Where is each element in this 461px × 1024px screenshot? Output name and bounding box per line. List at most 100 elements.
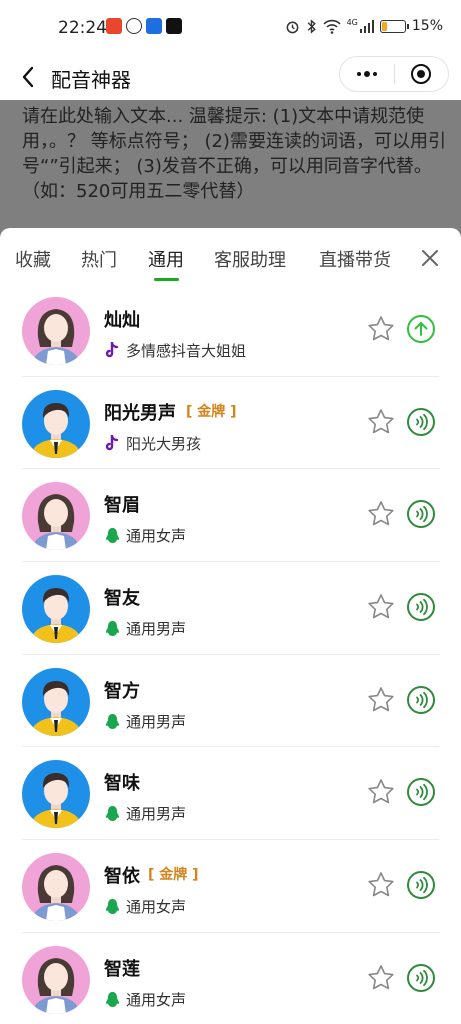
favorite-button[interactable] [366,685,396,715]
app-notification-icon [126,18,142,34]
favorite-button[interactable] [366,407,396,437]
favorite-button[interactable] [366,777,396,807]
star-icon [366,686,396,719]
app-notification-icon [106,18,122,34]
voice-subtitle-row: 阳光大男孩 [104,433,201,454]
back-button[interactable] [14,62,42,92]
voice-subtitle: 通用女声 [126,527,187,546]
voice-name: 智眉 [104,495,140,517]
voice-picker-sheet: 收藏 热门 通用 客服助理 直播带货 灿灿 多情感抖音大姐姐 阳光男声 [金牌… [0,228,461,1024]
voice-row[interactable]: 智味 通用男声 [0,747,461,841]
tab-popular[interactable]: 热门 [81,246,117,272]
star-icon [366,408,396,441]
app-notification-icon [146,18,162,34]
voice-name: 阳光男声 [104,402,176,424]
play-sample-button[interactable] [406,685,436,715]
play-icon [406,871,436,904]
penguin-icon [104,991,121,1008]
penguin-icon [104,620,121,637]
status-bar: 22:24 4G 15% [0,0,461,56]
voice-subtitle-row: 多情感抖音大姐姐 [104,340,246,361]
voice-subtitle-row: 通用男声 [104,803,186,824]
female-avatar [22,945,90,1014]
voice-row[interactable]: 智方 通用男声 [0,655,461,748]
female-avatar [22,482,90,551]
target-circle-icon [411,64,432,84]
play-sample-button[interactable] [406,870,436,900]
voice-subtitle: 通用男声 [126,712,187,731]
wifi-icon [322,19,341,34]
close-sheet-button[interactable] [416,244,444,272]
play-sample-button[interactable] [406,592,436,622]
male-avatar [22,760,90,829]
star-icon [366,779,396,811]
tab-favorites[interactable]: 收藏 [15,246,51,272]
close-miniprogram-button[interactable] [395,57,448,91]
penguin-icon [104,805,121,822]
alarm-icon [286,21,298,33]
penguin-icon [104,898,121,915]
battery-percent: 15% [411,18,443,34]
voice-name: 智依 [104,866,140,888]
tab-customer-service[interactable]: 客服助理 [214,246,286,272]
favorite-button[interactable] [366,963,396,993]
voice-row[interactable]: 阳光男声 [ 金牌 ] 阳光大男孩 [0,377,461,470]
voice-row[interactable]: 智莲 通用女声 [0,933,461,1024]
voice-row[interactable]: 智友 通用男声 [0,562,461,655]
miniprogram-capsule [339,56,449,92]
star-icon [366,316,396,348]
penguin-icon [104,527,121,544]
voice-subtitle-row: 通用男声 [104,711,186,732]
page-title: 配音神器 [51,68,131,92]
signal-icon [359,20,374,33]
penguin-icon [104,713,121,730]
favorite-button[interactable] [366,592,396,622]
category-tabs: 收藏 热门 通用 客服助理 直播带货 [0,228,461,284]
play-icon [406,500,436,533]
upload-icon [406,315,436,348]
male-avatar [22,389,90,458]
text-input-placeholder: 请在此处输入文本... 温馨提示: (1)文本中请规范使用，。？ 等标点符号； … [22,106,446,202]
tab-live-commerce[interactable]: 直播带货 [319,246,391,272]
play-icon [406,778,436,811]
gold-badge: [ 金牌 ] [148,867,199,884]
voice-name: 智莲 [104,958,140,980]
star-icon [366,501,396,533]
bluetooth-icon [307,18,316,34]
system-icons: 4G 15% [285,18,443,34]
notification-icons [106,18,182,34]
favorite-button[interactable] [366,314,396,344]
tiktok-icon [104,342,121,359]
voice-subtitle: 通用男声 [126,805,187,824]
voice-subtitle: 多情感抖音大姐姐 [126,342,247,360]
play-sample-button[interactable] [406,499,436,529]
voice-subtitle-row: 通用男声 [104,618,186,639]
play-icon [406,963,436,997]
play-sample-button[interactable] [406,407,436,437]
battery-icon [379,19,409,33]
active-tab-indicator [154,278,179,281]
voice-name: 智方 [104,680,140,702]
nav-bar: 配音神器 [0,56,461,100]
male-avatar [22,667,90,736]
close-icon [422,250,438,266]
female-avatar [22,853,90,922]
status-time: 22:24 [58,18,107,38]
play-sample-button[interactable] [406,963,436,993]
voice-row[interactable]: 智依 [ 金牌 ] 通用女声 [0,840,461,933]
play-sample-button[interactable] [406,777,436,807]
gold-badge: [ 金牌 ] [186,403,237,420]
favorite-button[interactable] [366,870,396,900]
tiktok-icon [104,434,121,452]
more-button[interactable] [340,57,394,91]
female-avatar [22,297,90,365]
play-icon [406,685,436,719]
tab-general[interactable]: 通用 [148,246,184,272]
male-avatar [22,575,90,644]
voice-row[interactable]: 智眉 通用女声 [0,469,461,563]
voice-subtitle: 通用女声 [126,990,187,1009]
voice-subtitle: 通用女声 [126,898,187,917]
voice-row[interactable]: 灿灿 多情感抖音大姐姐 [0,284,461,377]
select-voice-button[interactable] [406,314,436,344]
favorite-button[interactable] [366,499,396,529]
